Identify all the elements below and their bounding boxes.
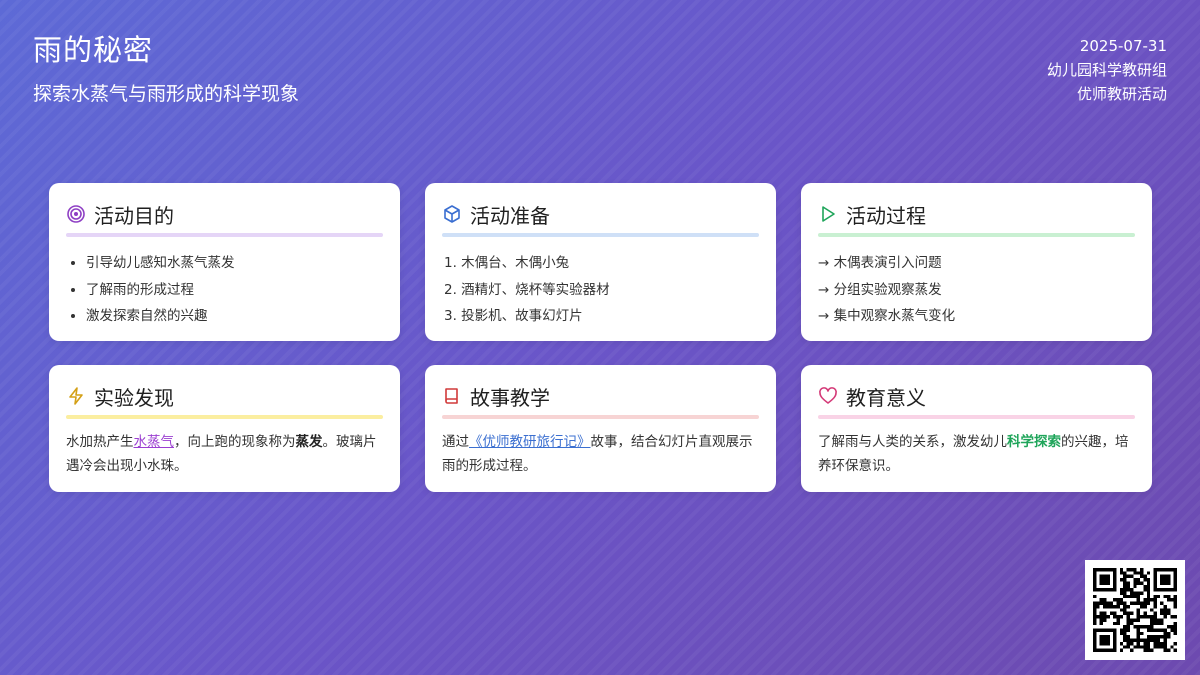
card-title: 故事教学 <box>470 385 550 410</box>
highlight-vapor-link[interactable]: 水蒸气 <box>134 434 175 450</box>
card-header: 教育意义 <box>818 383 1135 410</box>
story-book-link[interactable]: 《优师教研旅行记》 <box>469 434 591 450</box>
lightning-icon <box>66 386 86 406</box>
list-item: 激发探索自然的兴趣 <box>86 303 383 330</box>
group-label: 幼儿园科学教研组 <box>1046 61 1167 79</box>
card-title: 教育意义 <box>846 385 926 410</box>
card-header: 故事教学 <box>442 383 759 410</box>
story-text: 通过《优师教研旅行记》故事，结合幻灯片直观展示雨的形成过程。 <box>442 430 759 478</box>
card-header: 实验发现 <box>66 383 383 410</box>
list-item: 1. 木偶台、木偶小兔 <box>444 255 570 271</box>
accent-bar <box>442 233 759 237</box>
list-item: 了解雨的形成过程 <box>86 277 383 304</box>
card-process: 活动过程 → 木偶表演引入问题 → 分组实验观察蒸发 → 集中观察水蒸气变化 <box>801 183 1152 341</box>
book-icon <box>442 386 462 406</box>
card-title: 活动目的 <box>94 203 174 228</box>
card-header: 活动准备 <box>442 201 759 228</box>
qr-code-icon <box>1093 568 1177 652</box>
meaning-text: 了解雨与人类的关系，激发幼儿科学探索的兴趣，培养环保意识。 <box>818 430 1135 478</box>
card-story: 故事教学 通过《优师教研旅行记》故事，结合幻灯片直观展示雨的形成过程。 <box>425 365 776 492</box>
play-icon <box>818 204 838 224</box>
target-icon <box>66 204 86 224</box>
accent-bar <box>818 233 1135 237</box>
card-title: 活动准备 <box>470 203 550 228</box>
highlight-evaporation: 蒸发 <box>295 434 323 450</box>
text-segment: 了解雨与人类的关系，激发幼儿 <box>818 434 1007 450</box>
accent-bar <box>818 415 1135 419</box>
activity-label: 优师教研活动 <box>1076 85 1167 103</box>
card-header: 活动目的 <box>66 201 383 228</box>
card-grid: 活动目的 引导幼儿感知水蒸气蒸发 了解雨的形成过程 激发探索自然的兴趣 活动准备… <box>49 183 1152 492</box>
card-title: 实验发现 <box>94 385 174 410</box>
prep-list: 1. 木偶台、木偶小兔 2. 酒精灯、烧杯等实验器材 3. 投影机、故事幻灯片 <box>442 250 759 330</box>
card-prep: 活动准备 1. 木偶台、木偶小兔 2. 酒精灯、烧杯等实验器材 3. 投影机、故… <box>425 183 776 341</box>
qr-code[interactable] <box>1085 560 1185 660</box>
qr-pattern <box>1093 568 1177 652</box>
process-list: → 木偶表演引入问题 → 分组实验观察蒸发 → 集中观察水蒸气变化 <box>818 250 1135 330</box>
list-item: → 分组实验观察蒸发 <box>818 281 942 298</box>
page-subtitle: 探索水蒸气与雨形成的科学现象 <box>33 83 300 105</box>
accent-bar <box>66 415 383 419</box>
list-item: 2. 酒精灯、烧杯等实验器材 <box>444 281 610 298</box>
page-title: 雨的秘密 <box>33 33 154 67</box>
accent-bar <box>442 415 759 419</box>
list-item: → 木偶表演引入问题 <box>818 255 942 271</box>
card-header: 活动过程 <box>818 201 1135 228</box>
text-segment: ，向上跑的现象称为 <box>174 434 296 450</box>
finding-text: 水加热产生水蒸气，向上跑的现象称为蒸发。玻璃片遇冷会出现小水珠。 <box>66 430 383 478</box>
goal-list: 引导幼儿感知水蒸气蒸发 了解雨的形成过程 激发探索自然的兴趣 <box>66 250 383 330</box>
card-meaning: 教育意义 了解雨与人类的关系，激发幼儿科学探索的兴趣，培养环保意识。 <box>801 365 1152 492</box>
accent-bar <box>66 233 383 237</box>
page-header: 雨的秘密 探索水蒸气与雨形成的科学现象 2025-07-31 幼儿园科学教研组 … <box>33 32 1167 112</box>
header-meta: 2025-07-31 幼儿园科学教研组 优师教研活动 <box>1047 34 1167 106</box>
heart-icon <box>818 386 838 406</box>
card-goal: 活动目的 引导幼儿感知水蒸气蒸发 了解雨的形成过程 激发探索自然的兴趣 <box>49 183 400 341</box>
text-segment: 水加热产生 <box>66 434 134 450</box>
date-label: 2025-07-31 <box>1079 37 1167 55</box>
list-item: 3. 投影机、故事幻灯片 <box>444 308 583 324</box>
card-title: 活动过程 <box>846 203 926 228</box>
list-item: 引导幼儿感知水蒸气蒸发 <box>86 250 383 277</box>
card-finding: 实验发现 水加热产生水蒸气，向上跑的现象称为蒸发。玻璃片遇冷会出现小水珠。 <box>49 365 400 492</box>
highlight-science: 科学探索 <box>1007 434 1061 450</box>
cube-icon <box>442 204 462 224</box>
text-segment: 通过 <box>442 434 469 450</box>
list-item: → 集中观察水蒸气变化 <box>818 308 956 324</box>
